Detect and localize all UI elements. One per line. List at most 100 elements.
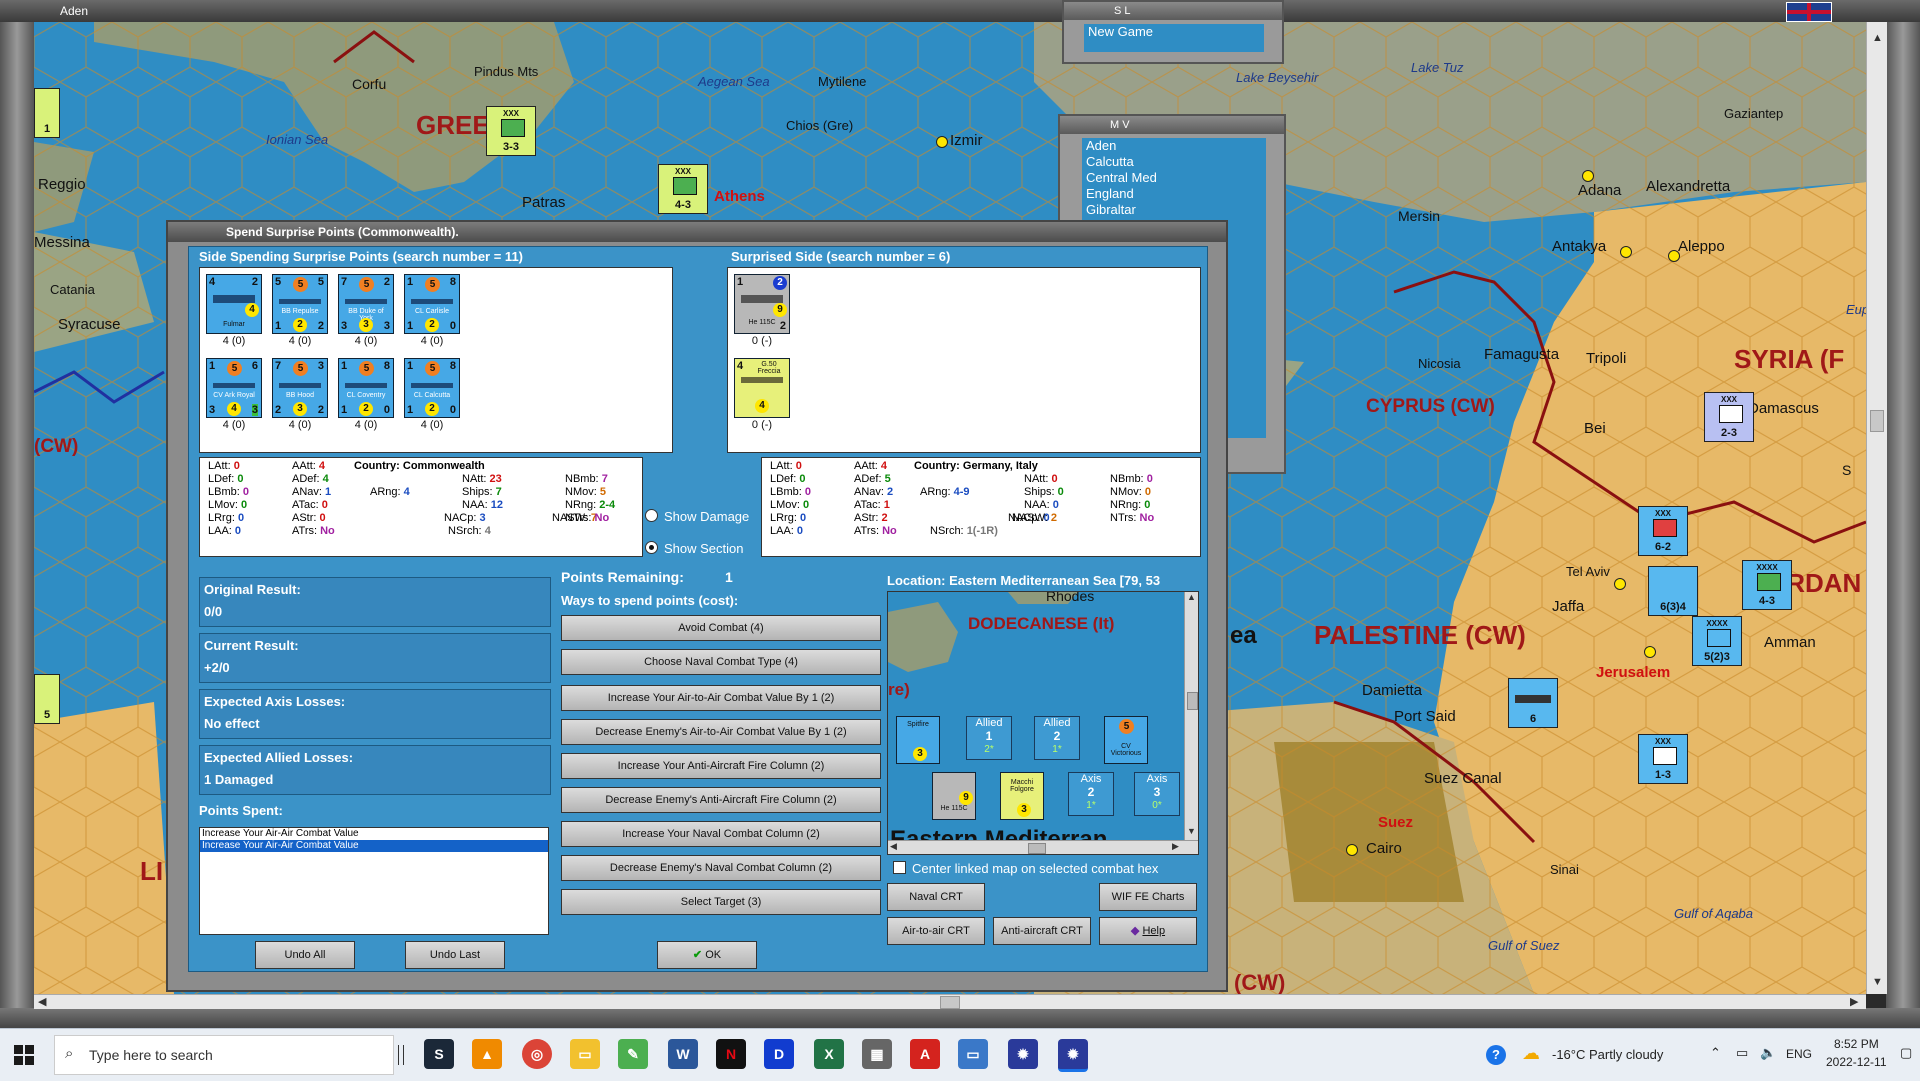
surprised-side-units-panel[interactable]: 1 2 9 He 115C 2 0 (-) 4 G.50 Freccia 4 0… [727, 267, 1201, 453]
city-dot[interactable] [1644, 646, 1656, 658]
calculator-icon[interactable]: ▦ [862, 1039, 892, 1069]
city-dot[interactable] [1614, 578, 1626, 590]
map-counter[interactable]: 6 [1508, 678, 1558, 728]
netflix-icon[interactable]: N [716, 1039, 746, 1069]
mv-list-item[interactable]: England [1082, 186, 1266, 202]
game-app-icon[interactable]: ✹ [1008, 1039, 1038, 1069]
city-dot[interactable] [1582, 170, 1594, 182]
side-spending-units-panel[interactable]: 4 2 4 Fulmar 5 5 5 BB Repulse 1 2 2 7 5 … [199, 267, 673, 453]
city-dot[interactable] [1668, 250, 1680, 262]
unit-counter[interactable]: 7 5 2 BB Duke of York 3 3 3 [338, 274, 394, 334]
axis-combat-box[interactable]: Axis 3 0* [1134, 772, 1180, 816]
vlc-icon[interactable]: ▲ [472, 1039, 502, 1069]
acrobat-icon[interactable]: A [910, 1039, 940, 1069]
spend-option-button[interactable]: Decrease Enemy's Naval Combat Column (2) [561, 855, 881, 881]
chevron-right-icon[interactable]: ▶ [1172, 841, 1179, 852]
unit-counter[interactable]: 1 2 9 He 115C 2 [734, 274, 790, 334]
chevron-up-icon[interactable]: ⌃ [1710, 1045, 1721, 1061]
spend-option-button[interactable]: Select Target (3) [561, 889, 881, 915]
help-button[interactable]: ◆ Help [1099, 917, 1197, 945]
list-item[interactable]: Increase Your Air-Air Combat Value [200, 840, 548, 852]
unit-counter[interactable]: Spitfire 3 [896, 716, 940, 764]
chevron-left-icon[interactable]: ◀ [38, 995, 46, 1008]
chevron-left-icon[interactable]: ◀ [890, 841, 897, 852]
points-spent-list[interactable]: Increase Your Air-Air Combat Value Incre… [199, 827, 549, 935]
minimap-horizontal-scrollbar[interactable]: ◀ ▶ [888, 840, 1198, 854]
sl-window[interactable]: S L New Game [1062, 0, 1284, 64]
map-counter[interactable]: XXXX 5(2)3 [1692, 616, 1742, 666]
spend-option-button[interactable]: Decrease Enemy's Air-to-Air Combat Value… [561, 719, 881, 745]
spend-option-button[interactable]: Increase Your Anti-Aircraft Fire Column … [561, 753, 881, 779]
map-counter[interactable]: XXXX 4-3 [1742, 560, 1792, 610]
chevron-up-icon[interactable]: ▲ [1187, 592, 1196, 602]
map-counter[interactable]: 6(3)4 [1648, 566, 1698, 616]
sl-list[interactable]: New Game [1084, 24, 1264, 52]
spend-option-button[interactable]: Increase Your Air-to-Air Combat Value By… [561, 685, 881, 711]
network-icon[interactable]: ▭ [1736, 1045, 1748, 1061]
map-counter[interactable]: XXX 6-2 [1638, 506, 1688, 556]
volume-icon[interactable]: 🔈 [1760, 1045, 1776, 1061]
unit-counter[interactable]: 9 He 115C [932, 772, 976, 820]
map-vertical-scrollbar[interactable]: ▲ ▼ [1866, 22, 1887, 994]
unit-counter[interactable]: 7 5 3 BB Hood 2 3 2 [272, 358, 328, 418]
checkbox-icon[interactable] [893, 861, 906, 874]
spend-option-button[interactable]: Decrease Enemy's Anti-Aircraft Fire Colu… [561, 787, 881, 813]
city-dot[interactable] [1346, 844, 1358, 856]
map-counter[interactable]: XXX 4-3 [658, 164, 708, 214]
mv-list-item[interactable]: Gibraltar [1082, 202, 1266, 218]
unit-counter[interactable]: 1 5 6 CV Ark Royal 3 4 3 [206, 358, 262, 418]
air-to-air-crt-button[interactable]: Air-to-air CRT [887, 917, 985, 945]
map-counter[interactable]: 5 [34, 674, 60, 724]
undo-last-button[interactable]: Undo Last [405, 941, 505, 969]
mv-list-item[interactable]: Aden [1082, 138, 1266, 154]
axis-combat-box[interactable]: Axis 2 1* [1068, 772, 1114, 816]
map-horizontal-scrollbar[interactable]: ◀ ▶ [34, 994, 1866, 1009]
chevron-down-icon[interactable]: ▼ [1187, 826, 1196, 836]
map-counter[interactable]: XXX 3-3 [486, 106, 536, 156]
unit-counter[interactable]: 1 5 8 CL Carlisle 1 2 0 [404, 274, 460, 334]
disney-icon[interactable]: D [764, 1039, 794, 1069]
unit-counter[interactable]: 4 G.50 Freccia 4 [734, 358, 790, 418]
scroll-thumb[interactable] [1870, 410, 1884, 432]
spend-option-button[interactable]: Choose Naval Combat Type (4) [561, 649, 881, 675]
city-dot[interactable] [1620, 246, 1632, 258]
linked-minimap[interactable]: Rhodes DODECANESE (It) re) Spitfire 3 Al… [887, 591, 1199, 855]
map-counter[interactable]: 1 [34, 88, 60, 138]
chevron-right-icon[interactable]: ▶ [1850, 995, 1858, 1008]
unit-counter[interactable]: 5 CV Victorious [1104, 716, 1148, 764]
show-damage-radio[interactable]: Show Damage [645, 509, 749, 524]
scroll-thumb[interactable] [940, 996, 960, 1009]
sl-list-item[interactable]: New Game [1084, 24, 1264, 40]
unit-counter[interactable]: 1 5 8 CL Calcutta 1 2 0 [404, 358, 460, 418]
show-section-radio[interactable]: Show Section [645, 541, 744, 556]
city-dot[interactable] [936, 136, 948, 148]
language-indicator[interactable]: ENG [1786, 1047, 1812, 1061]
chevron-up-icon[interactable]: ▲ [1872, 32, 1883, 44]
flag-icon[interactable] [1786, 2, 1832, 22]
spend-option-button[interactable]: Avoid Combat (4) [561, 615, 881, 641]
steam-icon[interactable]: S [424, 1039, 454, 1069]
file-explorer-icon[interactable]: ▭ [570, 1039, 600, 1069]
unit-counter[interactable]: 1 5 8 CL Coventry 1 2 0 [338, 358, 394, 418]
weather-icon[interactable]: ☁ [1522, 1043, 1540, 1064]
spend-option-button[interactable]: Increase Your Naval Combat Column (2) [561, 821, 881, 847]
wif-fe-charts-button[interactable]: WIF FE Charts [1099, 883, 1197, 911]
minimap-vertical-scrollbar[interactable]: ▲ ▼ [1184, 592, 1198, 840]
chrome-icon[interactable]: ◎ [522, 1039, 552, 1069]
game-app-icon[interactable]: ✹ [1058, 1039, 1088, 1072]
weather-text[interactable]: -16°C Partly cloudy [1552, 1047, 1663, 1062]
map-counter[interactable]: XXX 1-3 [1638, 734, 1688, 784]
dialog-titlebar[interactable]: Spend Surprise Points (Commonwealth). [168, 222, 1226, 242]
center-linked-map-checkbox[interactable]: Center linked map on selected combat hex [893, 861, 1158, 876]
mv-list-item[interactable]: Central Med [1082, 170, 1266, 186]
chevron-down-icon[interactable]: ▼ [1872, 976, 1883, 988]
notifications-icon[interactable]: ▢ [1900, 1045, 1912, 1061]
map-counter[interactable]: XXX 2-3 [1704, 392, 1754, 442]
allied-combat-box[interactable]: Allied 2 1* [1034, 716, 1080, 760]
notepad-icon[interactable]: ✎ [618, 1039, 648, 1069]
taskbar-search-input[interactable]: ⌕ Type here to search [54, 1035, 394, 1075]
spend-surprise-points-dialog[interactable]: Spend Surprise Points (Commonwealth). Si… [166, 220, 1228, 992]
list-item[interactable]: Increase Your Air-Air Combat Value [200, 828, 548, 840]
scroll-thumb[interactable] [1187, 692, 1198, 710]
unit-counter[interactable]: 4 2 4 Fulmar [206, 274, 262, 334]
